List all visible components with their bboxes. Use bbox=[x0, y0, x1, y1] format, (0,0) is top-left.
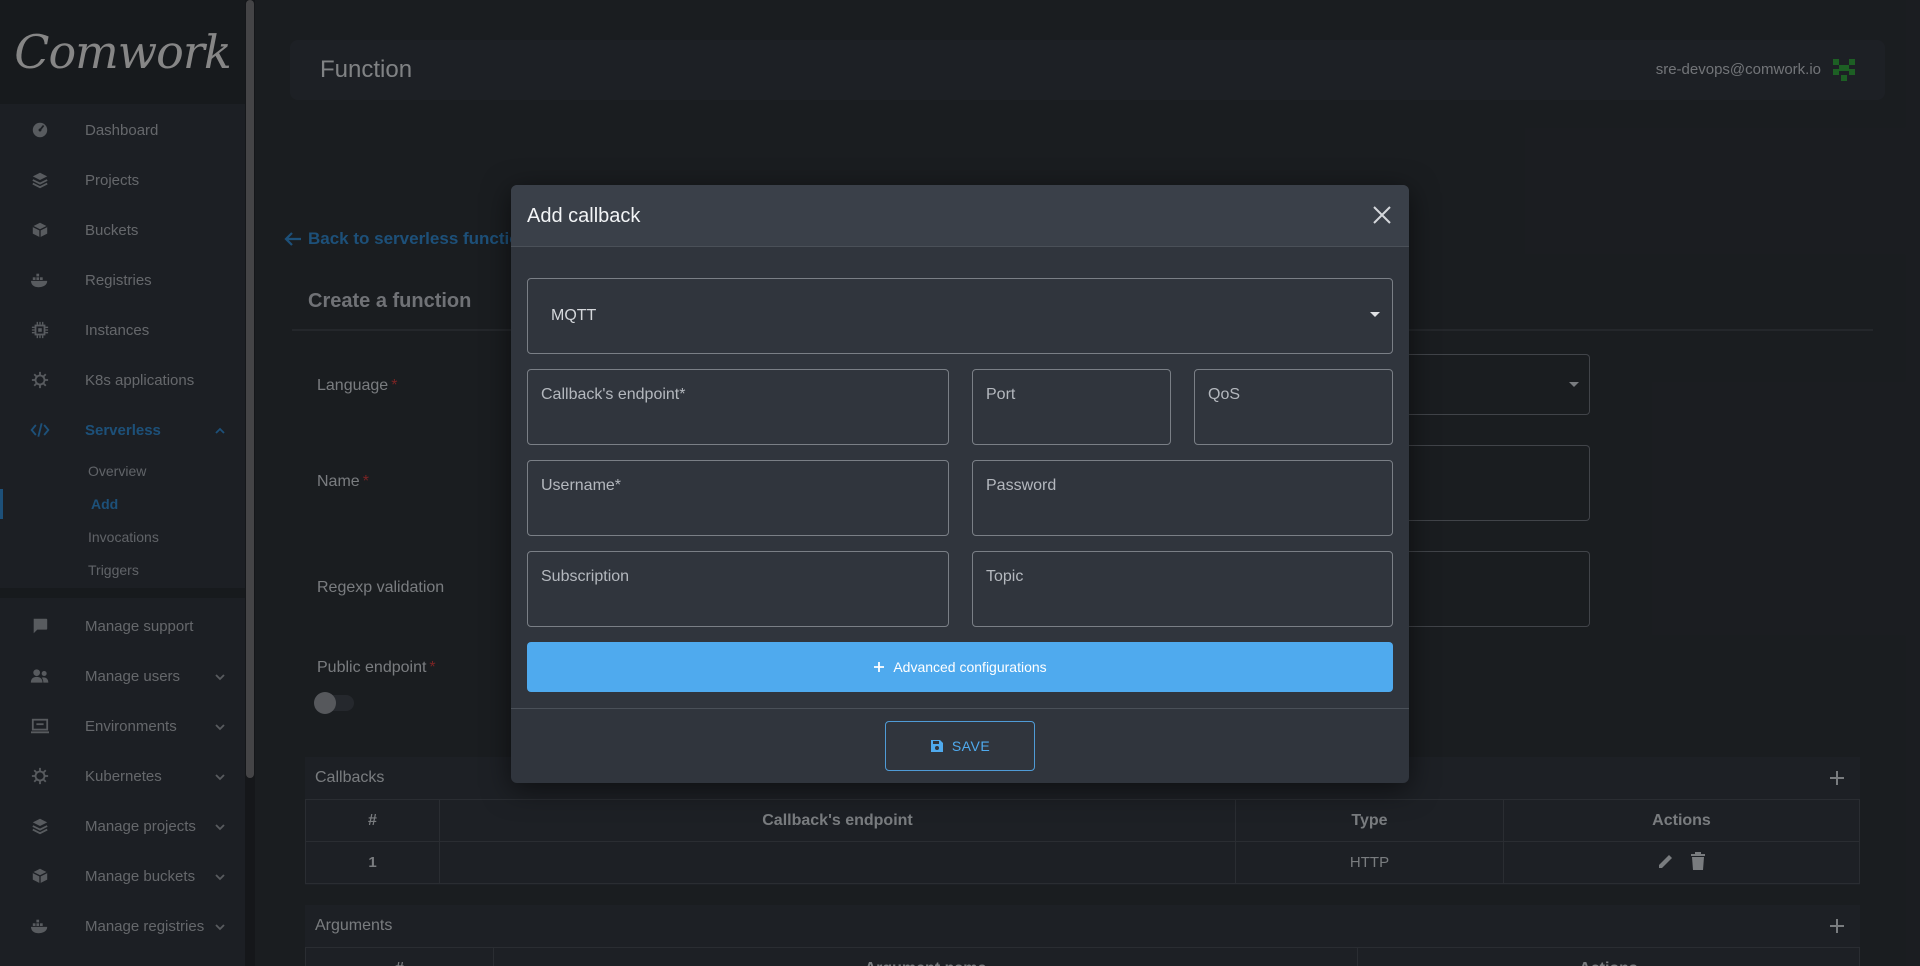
close-icon[interactable] bbox=[1371, 204, 1393, 226]
qos-field[interactable] bbox=[1194, 369, 1393, 445]
port-input[interactable] bbox=[973, 370, 1170, 444]
callback-endpoint-input[interactable] bbox=[528, 370, 948, 444]
qos-input[interactable] bbox=[1195, 370, 1392, 444]
advanced-configurations-label: Advanced configurations bbox=[893, 659, 1047, 675]
password-field[interactable] bbox=[972, 460, 1393, 536]
save-button[interactable]: SAVE bbox=[885, 721, 1035, 771]
modal-header: Add callback bbox=[511, 185, 1409, 247]
username-field[interactable] bbox=[527, 460, 949, 536]
port-field[interactable] bbox=[972, 369, 1171, 445]
callback-endpoint-field[interactable] bbox=[527, 369, 949, 445]
topic-input[interactable] bbox=[973, 552, 1392, 626]
modal-title: Add callback bbox=[527, 205, 641, 227]
divider bbox=[511, 708, 1409, 709]
password-input[interactable] bbox=[973, 461, 1392, 535]
topic-field[interactable] bbox=[972, 551, 1393, 627]
callback-type-select[interactable]: MQTT bbox=[527, 278, 1393, 354]
save-icon bbox=[930, 740, 943, 752]
add-callback-dialog: Add callback MQTT Advanced configuration… bbox=[511, 185, 1409, 783]
caret-down-icon bbox=[1370, 312, 1380, 317]
save-label: SAVE bbox=[951, 738, 991, 754]
subscription-field[interactable] bbox=[527, 551, 949, 627]
subscription-input[interactable] bbox=[528, 552, 948, 626]
advanced-configurations-button[interactable]: Advanced configurations bbox=[527, 642, 1393, 692]
selected-type: MQTT bbox=[551, 307, 597, 324]
plus-icon bbox=[874, 662, 885, 672]
username-input[interactable] bbox=[528, 461, 948, 535]
